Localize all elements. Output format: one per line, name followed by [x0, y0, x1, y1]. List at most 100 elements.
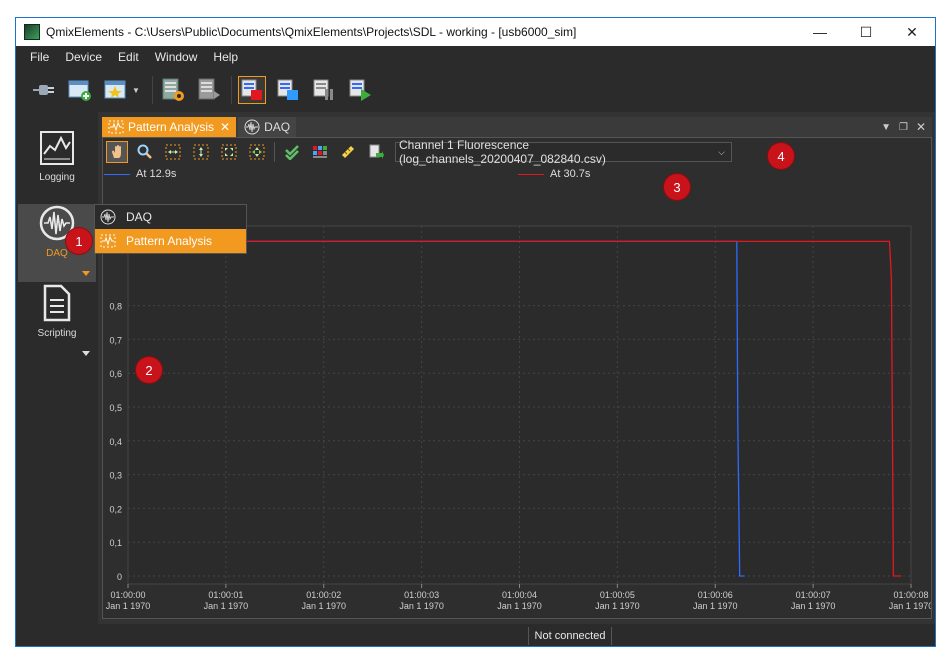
minimize-button[interactable]: — — [797, 18, 843, 46]
daq-dropdown-menu: DAQ Pattern Analysis — [94, 204, 247, 254]
x-axis-label: Date / Time — [489, 616, 551, 618]
new-window-icon[interactable] — [66, 76, 94, 104]
y-tick-label: 0,5 — [109, 403, 122, 413]
log-red-icon[interactable] — [238, 76, 266, 104]
pan-hand-icon[interactable] — [106, 141, 128, 163]
chart-icon — [40, 131, 74, 165]
chart-legend: At 12.9s At 30.7s — [103, 168, 931, 184]
toolbar-separator — [231, 76, 232, 104]
sidebar-item-logging[interactable]: Logging — [18, 130, 96, 208]
chevron-down-icon[interactable] — [82, 351, 90, 356]
x-tick-time: 01:00:01 — [208, 590, 243, 600]
fit-center-icon[interactable] — [246, 141, 268, 163]
x-tick-time: 01:00:08 — [893, 590, 928, 600]
close-button[interactable]: ✕ — [889, 18, 935, 46]
close-icon[interactable]: ✕ — [916, 120, 926, 134]
x-tick-time: 01:00:00 — [110, 590, 145, 600]
sidebar-item-scripting[interactable]: Scripting — [18, 284, 96, 362]
y-tick-label: 0 — [117, 572, 122, 582]
y-tick-label: 0,1 — [109, 538, 122, 548]
dropdown-item-pattern-analysis[interactable]: Pattern Analysis — [95, 229, 246, 253]
x-tick-date: Jan 1 1970 — [204, 601, 249, 611]
fit-horizontal-icon[interactable] — [162, 141, 184, 163]
pattern-icon — [108, 120, 124, 134]
zoom-icon[interactable] — [134, 141, 156, 163]
y-tick-label: 0,7 — [109, 335, 122, 345]
workspace: Pattern Analysis ✕ DAQ ▼ ❐ ✕ Channel 1 F… — [98, 112, 935, 624]
dropdown-item-label: Pattern Analysis — [126, 234, 213, 248]
y-tick-label: 0,3 — [109, 471, 122, 481]
sidebar: Logging DAQ Scripting — [16, 112, 96, 624]
chevron-down-icon[interactable] — [82, 271, 90, 276]
tab-bar: Pattern Analysis ✕ DAQ ▼ ❐ ✕ — [102, 117, 932, 137]
menu-window[interactable]: Window — [147, 50, 206, 64]
fit-all-icon[interactable] — [218, 141, 240, 163]
sidebar-item-label: Logging — [39, 172, 75, 183]
main-toolbar: ▼ — [16, 68, 935, 112]
status-bar: Not connected — [16, 624, 935, 646]
channel-select[interactable]: Channel 1 Fluorescence (log_channels_202… — [395, 138, 732, 166]
x-tick-time: 01:00:02 — [306, 590, 341, 600]
document-icon — [43, 284, 71, 322]
x-tick-date: Jan 1 1970 — [399, 601, 444, 611]
menu-file[interactable]: File — [22, 50, 57, 64]
legend-label: At 30.7s — [550, 168, 591, 180]
x-tick-date: Jan 1 1970 — [301, 601, 346, 611]
maximize-button[interactable]: ☐ — [843, 18, 889, 46]
x-tick-time: 01:00:07 — [796, 590, 831, 600]
tab-menu-icon[interactable]: ▼ — [881, 122, 891, 133]
dropdown-item-daq[interactable]: DAQ — [95, 205, 246, 229]
menu-device[interactable]: Device — [57, 50, 110, 64]
legend-item-blue: At 12.9s — [104, 168, 176, 180]
y-tick-label: 0,2 — [109, 504, 122, 514]
tab-daq[interactable]: DAQ — [238, 117, 297, 137]
log-run-icon[interactable] — [346, 76, 374, 104]
device-config-icon[interactable] — [159, 76, 187, 104]
channel-select-value: Channel 1 Fluorescence (log_channels_202… — [399, 138, 606, 166]
log-gray-icon[interactable] — [310, 76, 338, 104]
heatmap-icon[interactable] — [309, 141, 331, 163]
legend-label: At 12.9s — [136, 168, 177, 180]
tab-controls: ▼ ❐ ✕ — [881, 117, 932, 137]
star-window-icon[interactable] — [102, 76, 130, 104]
toolbar-separator — [274, 142, 275, 162]
x-tick-date: Jan 1 1970 — [889, 601, 931, 611]
connection-status: Not connected — [528, 627, 612, 645]
waveform-icon — [244, 119, 260, 135]
device-list-icon[interactable] — [195, 76, 223, 104]
plug-icon[interactable] — [30, 76, 58, 104]
x-tick-date: Jan 1 1970 — [497, 601, 542, 611]
dropdown-item-label: DAQ — [126, 210, 153, 224]
legend-swatch — [518, 173, 544, 175]
sidebar-item-label: Scripting — [37, 328, 77, 339]
menu-bar: File Device Edit Window Help — [16, 46, 935, 68]
tab-pattern-analysis[interactable]: Pattern Analysis ✕ — [102, 117, 237, 137]
x-tick-time: 01:00:04 — [502, 590, 537, 600]
callout-badge-2: 2 — [136, 357, 162, 383]
menu-help[interactable]: Help — [205, 50, 246, 64]
log-blue-icon[interactable] — [274, 76, 302, 104]
tab-label: Pattern Analysis — [128, 120, 215, 134]
analysis-toolbar: Channel 1 Fluorescence (log_channels_202… — [103, 138, 931, 166]
chevron-down-icon: ⌵ — [718, 146, 725, 157]
x-tick-time: 01:00:05 — [600, 590, 635, 600]
window-title: QmixElements - C:\Users\Public\Documents… — [46, 25, 577, 39]
ruler-icon[interactable] — [337, 141, 359, 163]
waveform-icon — [99, 209, 117, 225]
close-icon[interactable]: ✕ — [220, 120, 230, 134]
y-tick-label: 0,8 — [109, 302, 122, 312]
double-check-icon[interactable] — [281, 141, 303, 163]
plot-area — [127, 225, 912, 585]
float-icon[interactable]: ❐ — [899, 122, 908, 133]
x-tick-time: 01:00:06 — [698, 590, 733, 600]
sidebar-item-label: DAQ — [46, 248, 68, 259]
x-tick-time: 01:00:03 — [404, 590, 439, 600]
fit-vertical-icon[interactable] — [190, 141, 212, 163]
pattern-icon — [99, 233, 117, 249]
x-tick-date: Jan 1 1970 — [106, 601, 151, 611]
export-icon[interactable] — [365, 141, 387, 163]
menu-edit[interactable]: Edit — [110, 50, 147, 64]
chevron-down-icon[interactable]: ▼ — [132, 86, 142, 95]
toolbar-separator — [152, 76, 153, 104]
legend-swatch — [104, 173, 130, 175]
